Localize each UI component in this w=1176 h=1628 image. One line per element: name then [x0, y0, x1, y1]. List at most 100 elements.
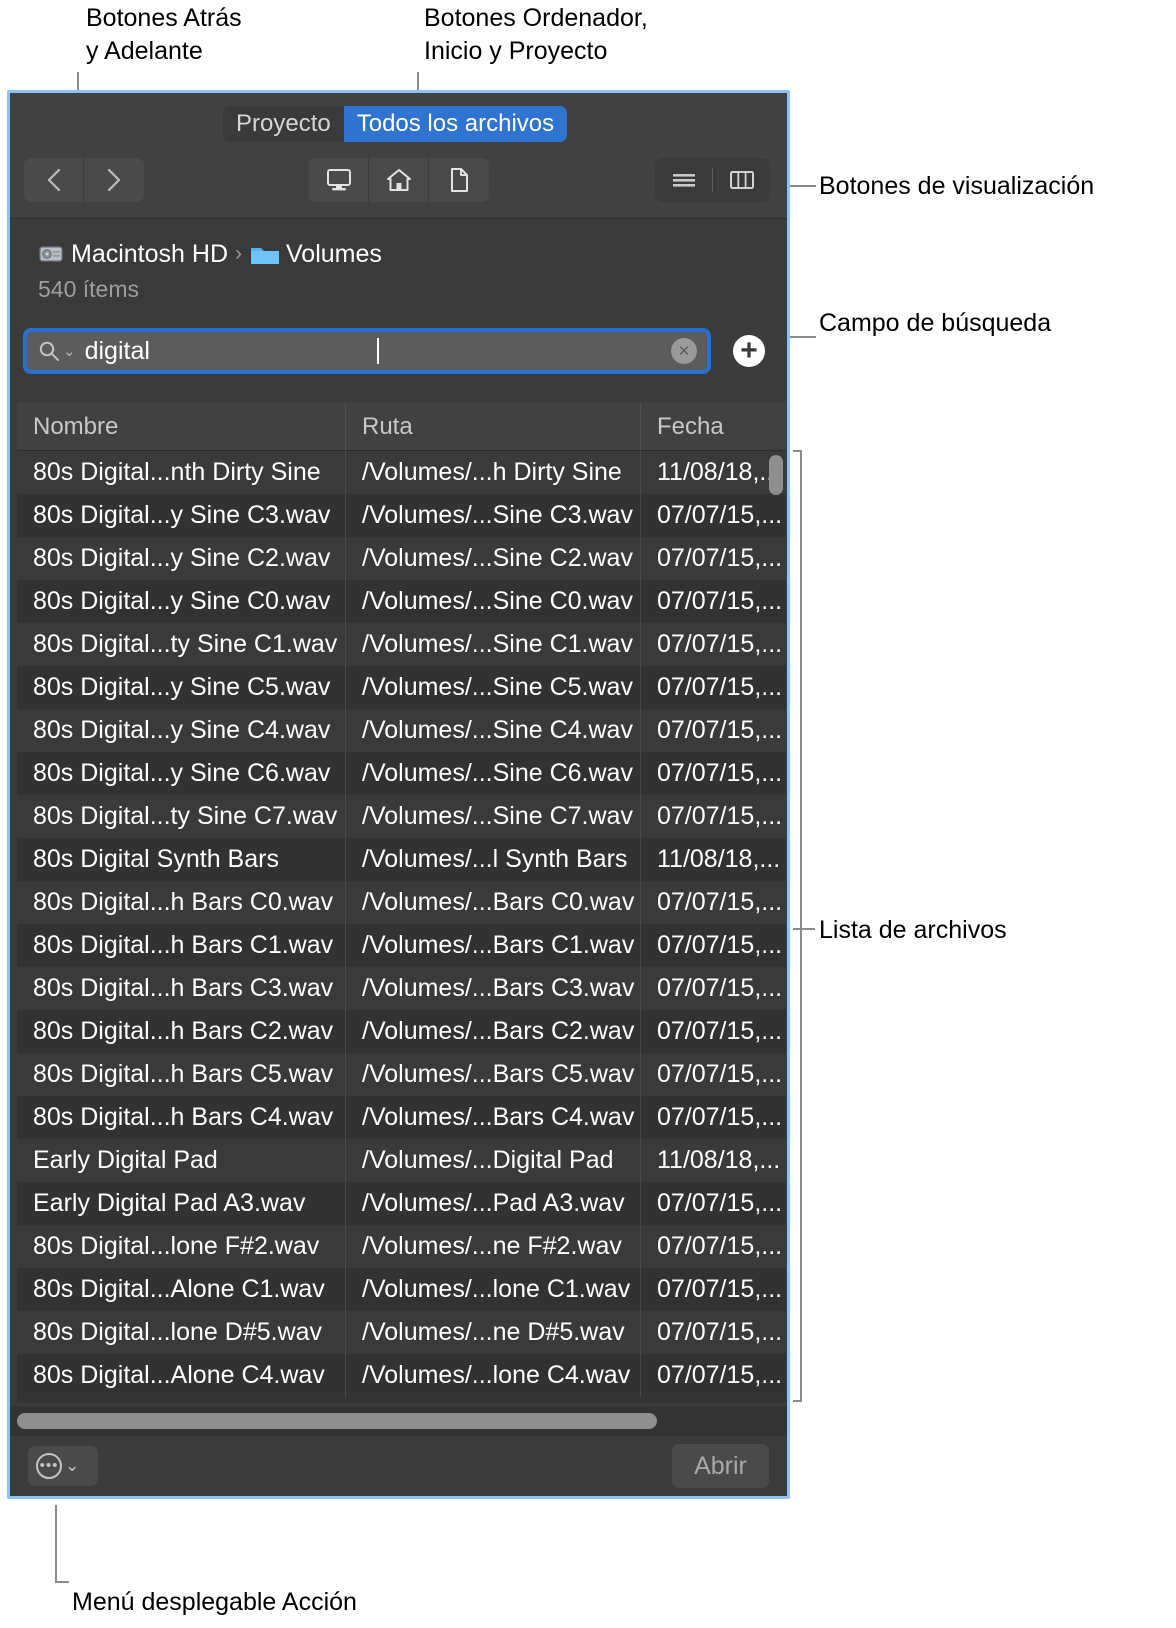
open-button[interactable]: Abrir: [672, 1444, 769, 1488]
table-row[interactable]: 80s Digital...lone F#2.wav/Volumes/...ne…: [17, 1225, 786, 1268]
chevron-down-icon: ⌄: [65, 1456, 79, 1476]
add-button[interactable]: +: [733, 335, 765, 367]
table-row[interactable]: 80s Digital...ty Sine C1.wav/Volumes/...…: [17, 623, 786, 666]
file-date-cell: 11/08/18,...: [641, 1139, 786, 1182]
search-input[interactable]: digital: [85, 337, 377, 366]
table-row[interactable]: 80s Digital...Alone C4.wav/Volumes/...lo…: [17, 1354, 786, 1397]
file-path-cell: /Volumes/...Bars C5.wav: [346, 1053, 641, 1096]
tab-proyecto[interactable]: Proyecto: [223, 106, 344, 142]
folder-icon: [249, 242, 279, 266]
search-field[interactable]: ⌄ digital ×: [23, 328, 711, 374]
computer-button[interactable]: [309, 158, 369, 202]
screenshot-root: Botones Atrás y Adelante Botones Ordenad…: [0, 0, 1176, 1628]
file-path-cell: /Volumes/...Sine C6.wav: [346, 752, 641, 795]
file-date-cell: 07/07/15,...: [641, 752, 786, 795]
file-name-cell: 80s Digital...h Bars C2.wav: [17, 1010, 346, 1053]
table-row[interactable]: 80s Digital...y Sine C4.wav/Volumes/...S…: [17, 709, 786, 752]
places-button-group[interactable]: [309, 158, 489, 202]
file-path-cell: /Volumes/...Bars C3.wav: [346, 967, 641, 1010]
file-path-cell: /Volumes/...ne D#5.wav: [346, 1311, 641, 1354]
table-row[interactable]: 80s Digital...y Sine C0.wav/Volumes/...S…: [17, 580, 786, 623]
text-cursor: [377, 338, 379, 364]
table-row[interactable]: 80s Digital...h Bars C5.wav/Volumes/...B…: [17, 1053, 786, 1096]
vertical-scrollbar[interactable]: [769, 455, 783, 1360]
chevron-down-icon[interactable]: ⌄: [63, 342, 76, 360]
action-menu-button[interactable]: ••• ⌄: [28, 1446, 98, 1486]
file-path-cell: /Volumes/...lone C4.wav: [346, 1354, 641, 1397]
back-forward-button-group[interactable]: [24, 158, 144, 202]
file-date-cell: 07/07/15,...: [641, 1010, 786, 1053]
column-view-button[interactable]: [713, 158, 770, 202]
column-header-fecha[interactable]: Fecha: [641, 403, 786, 450]
file-name-cell: Early Digital Pad A3.wav: [17, 1182, 346, 1225]
computer-icon: [325, 167, 353, 193]
file-date-cell: 07/07/15,...: [641, 494, 786, 537]
column-header-ruta[interactable]: Ruta: [346, 403, 641, 450]
file-name-cell: 80s Digital...h Bars C4.wav: [17, 1096, 346, 1139]
clear-search-button[interactable]: ×: [671, 338, 697, 364]
file-path-cell: /Volumes/...lone C1.wav: [346, 1268, 641, 1311]
table-row[interactable]: 80s Digital...y Sine C5.wav/Volumes/...S…: [17, 666, 786, 709]
hard-disk-icon: [38, 241, 64, 267]
annotation-places: Botones Ordenador, Inicio y Proyecto: [424, 2, 648, 68]
breadcrumb-label-volumes[interactable]: Volumes: [286, 240, 382, 269]
table-row[interactable]: 80s Digital...Alone C1.wav/Volumes/...lo…: [17, 1268, 786, 1311]
file-name-cell: 80s Digital...y Sine C6.wav: [17, 752, 346, 795]
breadcrumb[interactable]: Macintosh HD › Volumes: [24, 232, 776, 276]
view-mode-button-group[interactable]: [655, 158, 770, 202]
table-row[interactable]: 80s Digital...nth Dirty Sine/Volumes/...…: [17, 451, 786, 494]
annotation-file-list: Lista de archivos: [819, 914, 1007, 947]
list-view-icon: [670, 170, 698, 190]
table-row[interactable]: 80s Digital...lone D#5.wav/Volumes/...ne…: [17, 1311, 786, 1354]
file-date-cell: 07/07/15,...: [641, 1311, 786, 1354]
leader-bracket-top-file-list: [793, 450, 802, 452]
file-path-cell: /Volumes/...Bars C0.wav: [346, 881, 641, 924]
table-row[interactable]: 80s Digital...ty Sine C7.wav/Volumes/...…: [17, 795, 786, 838]
segmented-tabs[interactable]: Proyecto Todos los archivos: [223, 106, 567, 142]
leader-line-file-list: [793, 928, 815, 930]
ellipsis-circle-icon: •••: [36, 1453, 62, 1479]
table-row[interactable]: 80s Digital...y Sine C6.wav/Volumes/...S…: [17, 752, 786, 795]
column-header-nombre[interactable]: Nombre: [17, 403, 346, 450]
horizontal-scrollbar[interactable]: [10, 1406, 787, 1436]
file-date-cell: 11/08/18,...: [641, 451, 786, 494]
annotation-search-field: Campo de búsqueda: [819, 307, 1051, 340]
table-row[interactable]: 80s Digital...h Bars C2.wav/Volumes/...B…: [17, 1010, 786, 1053]
table-row[interactable]: 80s Digital...y Sine C3.wav/Volumes/...S…: [17, 494, 786, 537]
file-date-cell: 07/07/15,...: [641, 537, 786, 580]
file-path-cell: /Volumes/...Sine C7.wav: [346, 795, 641, 838]
table-row[interactable]: Early Digital Pad A3.wav/Volumes/...Pad …: [17, 1182, 786, 1225]
horizontal-scrollbar-thumb[interactable]: [17, 1413, 657, 1429]
search-icon[interactable]: ⌄: [37, 339, 76, 363]
file-date-cell: 07/07/15,...: [641, 580, 786, 623]
leader-line-action-menu: [55, 1505, 57, 1583]
file-path-cell: /Volumes/...l Synth Bars: [346, 838, 641, 881]
item-count: 540 ítems: [24, 276, 776, 302]
table-row[interactable]: Early Digital Pad/Volumes/...Digital Pad…: [17, 1139, 786, 1182]
table-row[interactable]: 80s Digital...y Sine C2.wav/Volumes/...S…: [17, 537, 786, 580]
path-bar[interactable]: Macintosh HD › Volumes 540 ítems: [24, 232, 776, 308]
home-button[interactable]: [369, 158, 429, 202]
file-date-cell: 07/07/15,...: [641, 795, 786, 838]
table-row[interactable]: 80s Digital...h Bars C3.wav/Volumes/...B…: [17, 967, 786, 1010]
breadcrumb-label-macintosh-hd[interactable]: Macintosh HD: [71, 240, 228, 269]
table-row[interactable]: 80s Digital...h Bars C4.wav/Volumes/...B…: [17, 1096, 786, 1139]
table-row[interactable]: 80s Digital...h Bars C0.wav/Volumes/...B…: [17, 881, 786, 924]
table-row[interactable]: 80s Digital Synth Bars/Volumes/...l Synt…: [17, 838, 786, 881]
project-button[interactable]: [429, 158, 489, 202]
file-name-cell: 80s Digital...h Bars C3.wav: [17, 967, 346, 1010]
file-date-cell: 07/07/15,...: [641, 1182, 786, 1225]
tab-todos-los-archivos[interactable]: Todos los archivos: [344, 106, 567, 142]
leader-tick-action-menu: [55, 1581, 69, 1583]
file-date-cell: 07/07/15,...: [641, 666, 786, 709]
list-view-button[interactable]: [655, 158, 712, 202]
table-row[interactable]: 80s Digital...h Bars C1.wav/Volumes/...B…: [17, 924, 786, 967]
file-path-cell: /Volumes/...h Dirty Sine: [346, 451, 641, 494]
vertical-scrollbar-thumb[interactable]: [769, 455, 783, 495]
file-date-cell: 07/07/15,...: [641, 967, 786, 1010]
annotation-view-buttons: Botones de visualización: [819, 170, 1094, 203]
back-button[interactable]: [24, 158, 84, 202]
file-name-cell: 80s Digital...lone D#5.wav: [17, 1311, 346, 1354]
file-name-cell: 80s Digital...y Sine C2.wav: [17, 537, 346, 580]
forward-button[interactable]: [84, 158, 144, 202]
